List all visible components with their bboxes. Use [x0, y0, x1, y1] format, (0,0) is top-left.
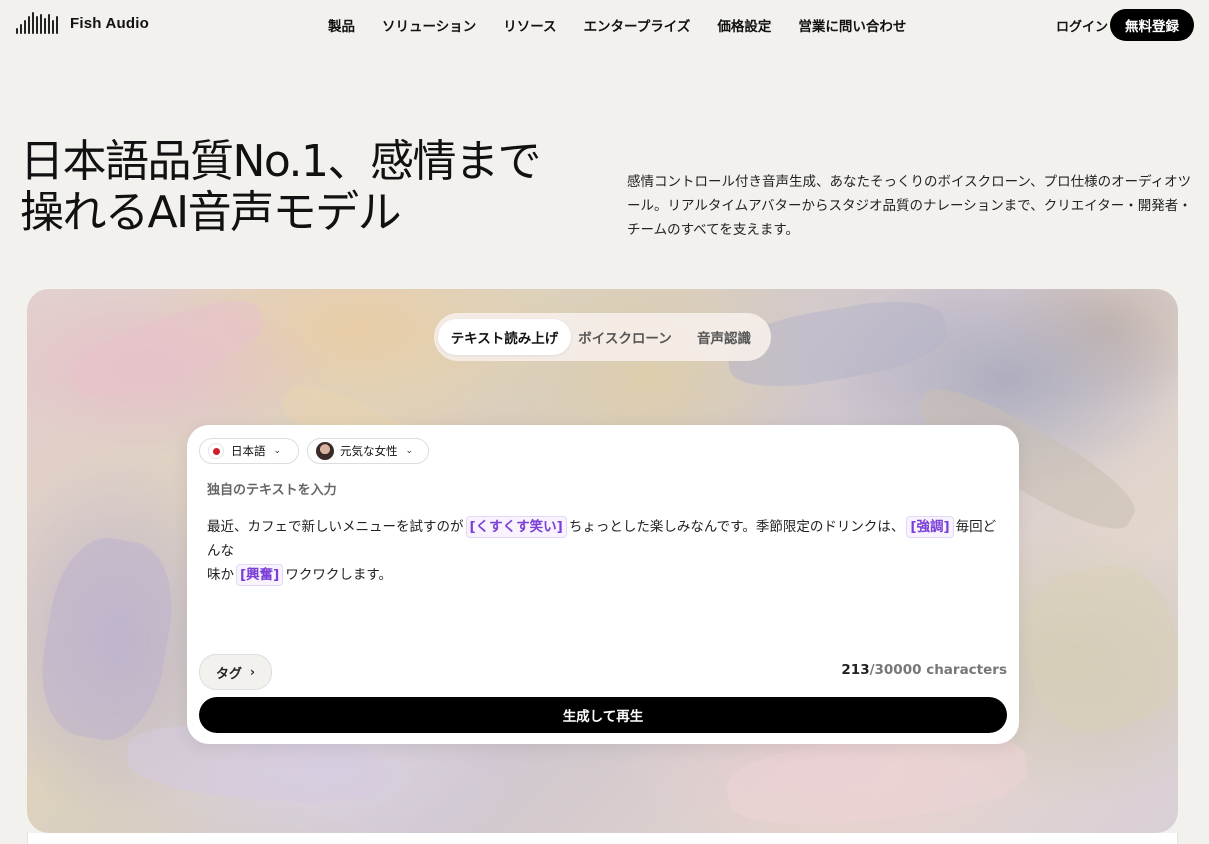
login-link[interactable]: ログイン — [1056, 16, 1108, 35]
tab-voice-clone[interactable]: ボイスクローン — [575, 319, 675, 355]
voice-avatar — [316, 442, 334, 460]
character-counter: 213/30000 characters — [841, 662, 1007, 678]
nav-item-products[interactable]: 製品 — [328, 15, 355, 35]
chevron-right-icon: › — [250, 665, 255, 679]
mode-tabs: テキスト読み上げ ボイスクローン 音声認識 — [434, 313, 771, 361]
voice-label: 元気な女性 — [340, 444, 398, 458]
japan-flag-icon — [208, 443, 224, 459]
nav-item-solutions[interactable]: ソリューション — [382, 15, 476, 35]
hero-title: 日本語品質No.1、感情まで 操れるAI音声モデル — [20, 136, 600, 238]
text-segment: 味か — [207, 567, 234, 583]
text-segment: ちょっとした楽しみなんです。季節限定のドリンクは、 — [568, 519, 905, 535]
character-limit: /30000 characters — [869, 662, 1007, 678]
nav-item-pricing[interactable]: 価格設定 — [717, 15, 771, 35]
text-segment: 最近、カフェで新しいメニューを試すのが — [207, 519, 464, 535]
emotion-tag-excitement[interactable]: [興奮] — [236, 564, 284, 586]
hero-title-line-1: 日本語品質No.1、感情まで — [20, 136, 542, 187]
hero-description: 感情コントロール付き音声生成、あなたそっくりのボイスクローン、プロ仕様のオーディ… — [627, 174, 1192, 238]
generate-and-play-button[interactable]: 生成して再生 — [199, 697, 1007, 733]
waveform-logo-icon — [16, 12, 58, 34]
language-label: 日本語 — [231, 444, 266, 458]
chevron-down-icon: ⌄ — [405, 446, 414, 456]
emotion-tag-giggle[interactable]: [くすくす笑い] — [465, 516, 567, 538]
nav-item-enterprise[interactable]: エンタープライズ — [584, 15, 691, 35]
nav-item-contact-sales[interactable]: 営業に問い合わせ — [798, 15, 906, 35]
tags-button-label: タグ — [216, 666, 243, 682]
top-header: Fish Audio 製品 ソリューション リソース エンタープライズ 価格設定… — [0, 0, 1209, 50]
voice-select[interactable]: 元気な女性 ⌄ — [307, 438, 429, 464]
tts-editor-panel: 日本語 ⌄ 元気な女性 ⌄ 独自のテキストを入力 最近、カフェで新しいメニューを… — [187, 425, 1019, 744]
chevron-down-icon: ⌄ — [273, 446, 282, 456]
tab-speech-recognition[interactable]: 音声認識 — [683, 319, 765, 355]
tab-text-to-speech[interactable]: テキスト読み上げ — [438, 319, 571, 355]
text-input-placeholder: 独自のテキストを入力 — [207, 483, 337, 498]
text-input-area[interactable]: 最近、カフェで新しいメニューを試すのが [くすくす笑い] ちょっとした楽しみなんです… — [207, 515, 1002, 587]
main-nav: 製品 ソリューション リソース エンタープライズ 価格設定 営業に問い合わせ — [328, 15, 933, 35]
hero-title-line-2: 操れるAI音声モデル — [20, 187, 402, 238]
nav-item-resources[interactable]: リソース — [503, 15, 556, 35]
emotion-tag-emphasis[interactable]: [強調] — [906, 516, 954, 538]
brand-name: Fish Audio — [70, 14, 149, 32]
character-count: 213 — [841, 662, 870, 678]
brand-logo[interactable]: Fish Audio — [16, 12, 149, 34]
card-bottom-edge — [27, 833, 1178, 844]
signup-button[interactable]: 無料登録 — [1110, 9, 1194, 41]
text-segment: ワクワクします。 — [285, 567, 392, 583]
language-select[interactable]: 日本語 ⌄ — [199, 438, 299, 464]
tags-button[interactable]: タグ › — [199, 654, 272, 690]
